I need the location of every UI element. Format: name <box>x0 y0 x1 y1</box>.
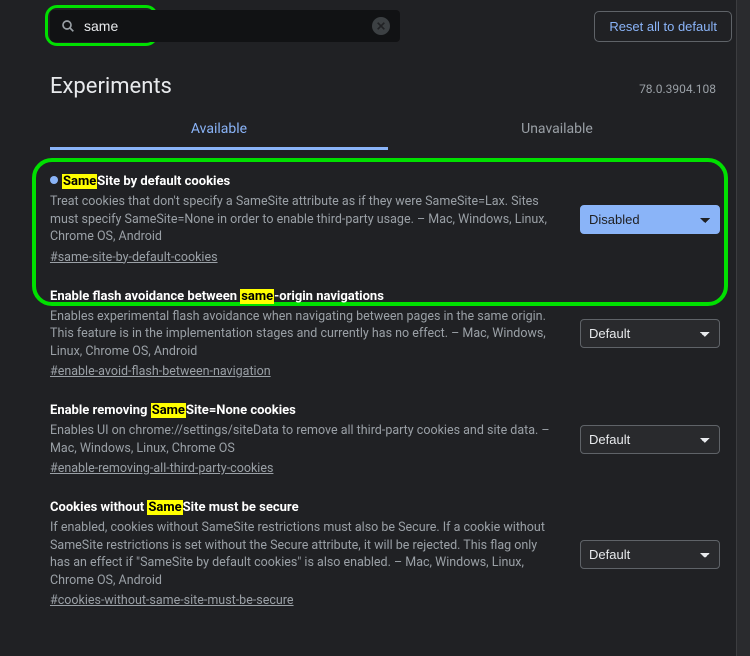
flag-hash-link[interactable]: #enable-removing-all-third-party-cookies <box>50 461 273 476</box>
flag-title: SameSite by default cookies <box>50 174 560 189</box>
content-area: Experiments 78.0.3904.108 Available Unav… <box>0 52 750 620</box>
flag-hash-link[interactable]: #same-site-by-default-cookies <box>50 250 218 265</box>
flag-row: Enable flash avoidance between same-orig… <box>50 277 726 392</box>
flag-row: Cookies without SameSite must be secure I… <box>50 488 726 620</box>
reset-all-button[interactable]: Reset all to default <box>594 11 732 42</box>
search-highlight: Same <box>62 174 97 189</box>
search-highlight: same <box>240 289 274 304</box>
flag-description: Enables experimental flash avoidance whe… <box>50 308 560 361</box>
flag-title: Cookies without SameSite must be secure <box>50 500 560 515</box>
clear-search-icon[interactable] <box>372 17 390 35</box>
flag-row: Enable removing SameSite=None cookiesEna… <box>50 391 726 488</box>
flag-state-select[interactable]: DefaultEnabledDisabled <box>580 540 720 569</box>
flag-state-select[interactable]: DefaultEnabledDisabled <box>580 319 720 348</box>
flag-hash-link[interactable]: #enable-avoid-flash-between-navigation <box>50 364 271 379</box>
flag-description: Treat cookies that don't specify a SameS… <box>50 193 560 246</box>
scrollbar-track[interactable] <box>736 0 750 656</box>
flag-body: Enable flash avoidance between same-orig… <box>50 289 560 380</box>
page-title: Experiments <box>50 74 172 99</box>
top-bar: Reset all to default <box>0 0 750 52</box>
flag-title-pre: Enable flash avoidance between <box>50 289 240 304</box>
header-row: Experiments 78.0.3904.108 <box>50 74 726 99</box>
search-input[interactable] <box>84 18 372 34</box>
search-highlight: Same <box>151 403 186 418</box>
flag-select-wrap: DefaultEnabledDisabled <box>580 540 720 569</box>
flag-title-post: Site must be secure <box>183 500 299 515</box>
flag-select-wrap: DefaultEnabledDisabled <box>580 205 720 234</box>
flag-title-post: Site by default cookies <box>97 174 230 189</box>
flag-select-wrap: DefaultEnabledDisabled <box>580 425 720 454</box>
flag-state-select[interactable]: DefaultEnabledDisabled <box>580 425 720 454</box>
flag-title-pre: Enable removing <box>50 403 151 418</box>
flag-state-select[interactable]: DefaultEnabledDisabled <box>580 205 720 234</box>
version-label: 78.0.3904.108 <box>639 82 726 96</box>
flag-body: Cookies without SameSite must be secure I… <box>50 500 560 608</box>
flag-select-wrap: DefaultEnabledDisabled <box>580 319 720 348</box>
flags-list: SameSite by default cookiesTreat cookies… <box>50 162 726 620</box>
search-icon <box>60 18 76 34</box>
search-highlight: Same <box>147 500 182 515</box>
modified-dot-icon <box>50 176 58 184</box>
flag-title: Enable removing SameSite=None cookies <box>50 403 560 418</box>
flag-body: SameSite by default cookies Treat cookies… <box>50 174 560 265</box>
tab-available[interactable]: Available <box>50 109 388 150</box>
flag-title-post: Site=None cookies <box>186 403 296 418</box>
flag-hash-link[interactable]: #cookies-without-same-site-must-be-secur… <box>50 593 294 608</box>
flag-description: Enables UI on chrome://settings/siteData… <box>50 422 560 457</box>
flag-title-post: -origin navigations <box>274 289 384 304</box>
search-field-wrap <box>50 10 400 42</box>
flag-title-pre: Cookies without <box>50 500 147 515</box>
flag-description: If enabled, cookies without SameSite res… <box>50 519 560 589</box>
flag-body: Enable removing SameSite=None cookiesEna… <box>50 403 560 476</box>
tabs: Available Unavailable <box>50 109 726 150</box>
tab-unavailable[interactable]: Unavailable <box>388 109 726 150</box>
flag-row: SameSite by default cookies Treat cookies… <box>50 162 726 277</box>
flag-title: Enable flash avoidance between same-orig… <box>50 289 560 304</box>
